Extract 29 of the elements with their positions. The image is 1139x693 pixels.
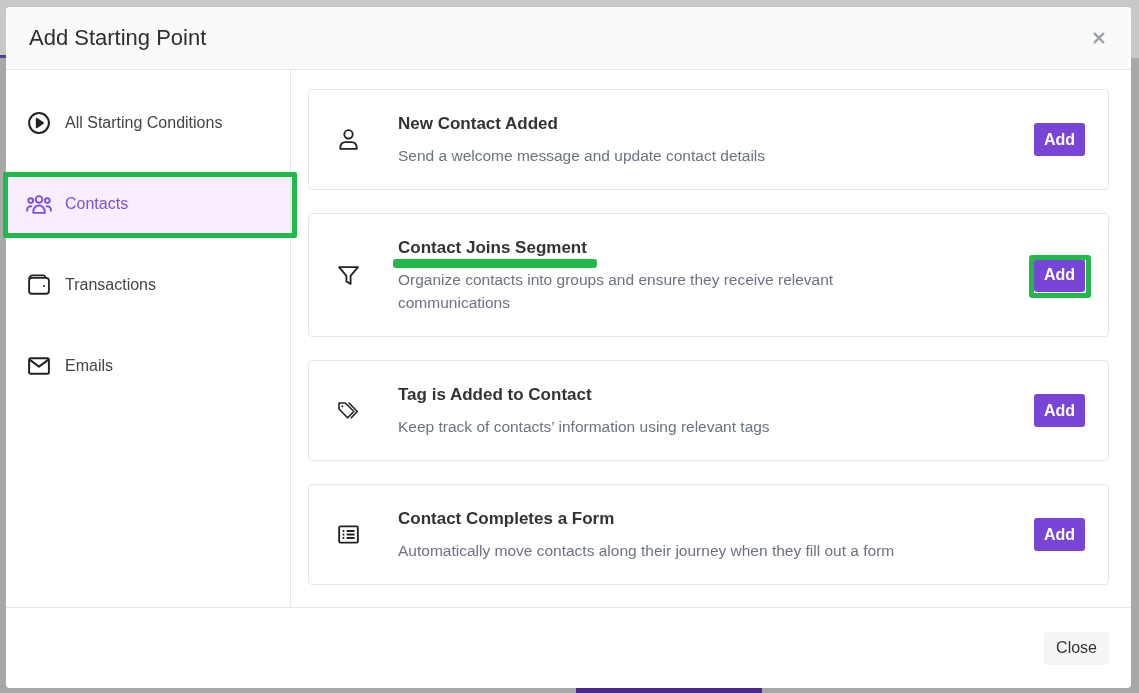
- card-title: New Contact Added: [398, 113, 558, 135]
- sidebar-item[interactable]: All Starting Conditions: [6, 95, 290, 151]
- card-title: Contact Joins Segment: [398, 237, 587, 259]
- sidebar-item[interactable]: Transactions: [6, 257, 290, 313]
- play-circle-icon: [28, 112, 50, 134]
- card-description: Organize contacts into groups and ensure they receive relevant communications: [398, 270, 835, 313]
- funnel-icon: [338, 264, 359, 286]
- card-description: Send a welcome message and update contact details: [398, 146, 766, 166]
- wallet-icon: [28, 274, 50, 296]
- card-description: Automatically move contacts along their journey when they fill out a form: [398, 541, 895, 561]
- tab-indicator: [0, 55, 6, 58]
- card-title: Tag is Added to Contact: [398, 384, 592, 406]
- add-button[interactable]: Add: [1033, 258, 1085, 292]
- dialog-close-button[interactable]: [1093, 32, 1105, 44]
- sidebar-item[interactable]: Contacts: [6, 176, 290, 232]
- add-button[interactable]: Add: [1033, 518, 1085, 551]
- person-icon: [338, 129, 359, 150]
- tags-icon: [338, 400, 359, 421]
- card-title: Contact Completes a Form: [398, 508, 615, 530]
- sidebar-item[interactable]: Emails: [6, 338, 290, 394]
- close-icon: [1093, 32, 1105, 44]
- card-description: Keep track of contacts’ information using relevant tags: [398, 417, 770, 437]
- list-icon: [338, 524, 359, 545]
- people-icon: [26, 194, 52, 214]
- envelope-icon: [28, 355, 50, 377]
- close-button[interactable]: Close: [1044, 631, 1109, 665]
- dialog-title: Add Starting Point: [29, 25, 207, 51]
- add-button[interactable]: Add: [1033, 123, 1085, 156]
- add-button[interactable]: Add: [1033, 394, 1085, 427]
